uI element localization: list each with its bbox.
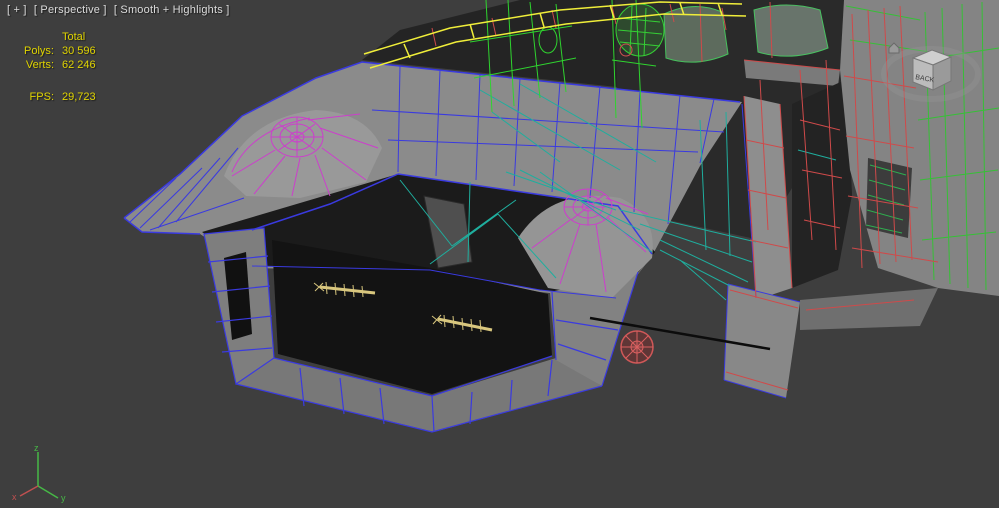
axis-x-label: x (12, 492, 17, 502)
axis-x-line (19, 485, 39, 497)
stats-verts-value: 62 246 (62, 59, 96, 71)
viewcube[interactable]: BACK (873, 22, 993, 122)
home-icon[interactable] (888, 42, 900, 54)
statistics-overlay: Total Polys: 30 596 Verts: 62 246 FPS: 2… (10, 30, 96, 104)
stats-polys-row: Polys: 30 596 (10, 44, 96, 58)
brake-disc (620, 330, 654, 364)
world-axis-gizmo: z y x (12, 443, 66, 503)
stats-fps-label: FPS: (29, 91, 54, 103)
viewport-menu-pov[interactable]: [ Perspective ] (34, 4, 107, 16)
stats-total-row: Total (10, 30, 96, 44)
stats-polys-value: 30 596 (62, 45, 96, 57)
3d-viewport[interactable]: [ + ] [ Perspective ] [ Smooth + Highlig… (0, 0, 999, 508)
viewport-menu-general[interactable]: [ + ] (7, 4, 27, 16)
stats-verts-label: Verts: (25, 59, 54, 71)
viewport-label: [ + ] [ Perspective ] [ Smooth + Highlig… (7, 4, 233, 16)
stats-polys-label: Polys: (24, 45, 54, 57)
stats-fps-row: FPS: 29,723 (10, 90, 96, 104)
axis-y-line (37, 485, 59, 499)
viewport-canvas[interactable] (0, 0, 999, 508)
viewport-menu-shading[interactable]: [ Smooth + Highlights ] (114, 4, 230, 16)
stats-fps-value: 29,723 (62, 91, 96, 103)
axis-y-label: y (61, 493, 66, 503)
seat-right (753, 4, 829, 57)
stats-total-label: Total (62, 31, 86, 43)
engine-part-green (615, 3, 665, 57)
axis-z-label: z (34, 443, 39, 453)
stats-verts-row: Verts: 62 246 (10, 58, 96, 72)
viewcube-cube[interactable]: BACK (911, 49, 953, 91)
